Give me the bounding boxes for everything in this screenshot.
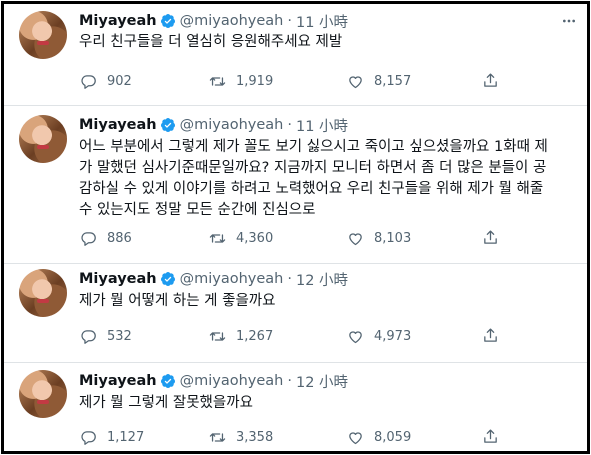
retweet-count: 1,267 [236, 328, 274, 344]
handle[interactable]: @miyaohyeah [180, 13, 284, 29]
share-icon[interactable] [482, 72, 499, 89]
verified-badge-icon [160, 272, 175, 286]
timestamp[interactable]: 12 小時 [296, 371, 348, 392]
tweet-3[interactable]: Miyayeah @miyaohyeah · 12 小時 제가 뭘 어떻게 하는… [4, 264, 587, 364]
like-icon [349, 232, 362, 245]
like-count: 8,157 [374, 73, 412, 89]
retweet-button[interactable]: 4,360 [209, 227, 273, 249]
like-icon [349, 431, 362, 444]
tweet-1[interactable]: Miyayeah @miyaohyeah · 11 小時 우리 친구들을 더 열… [4, 4, 587, 109]
retweet-button[interactable]: 1,919 [209, 70, 273, 92]
share-icon[interactable] [482, 327, 499, 344]
retweet-count: 3,358 [236, 429, 274, 445]
like-button[interactable]: 8,157 [347, 70, 411, 92]
retweet-button[interactable]: 3,358 [209, 426, 273, 448]
avatar[interactable] [19, 115, 67, 163]
tweet-4[interactable]: Miyayeah @miyaohyeah · 12 小時 제가 뭘 그렇게 잘못… [4, 363, 587, 451]
more-options-icon[interactable] [560, 13, 578, 29]
separator-dot: · [287, 13, 292, 29]
display-name[interactable]: Miyayeah [79, 373, 157, 389]
verified-badge-icon [160, 374, 175, 388]
tweet-text: 제가 뭘 그렇게 잘못했을까요 [79, 395, 253, 411]
timestamp[interactable]: 11 小時 [296, 115, 348, 136]
handle[interactable]: @miyaohyeah [180, 117, 284, 133]
reply-icon [81, 430, 96, 445]
display-name[interactable]: Miyayeah [79, 13, 157, 29]
like-count: 8,059 [374, 429, 412, 445]
reply-count: 886 [107, 230, 132, 246]
tweet-text: 어느 부분에서 그렇게 제가 꼴도 보기 싫으시고 죽이고 싶으셨을까요 1화때… [79, 139, 548, 218]
display-name[interactable]: Miyayeah [79, 271, 157, 287]
reply-button[interactable]: 1,127 [80, 426, 144, 448]
like-button[interactable]: 8,103 [347, 227, 411, 249]
retweet-icon [209, 76, 226, 86]
timestamp[interactable]: 11 小時 [296, 11, 348, 32]
tweet-header: Miyayeah @miyaohyeah · 12 小時 [79, 371, 348, 391]
tweet-text: 제가 뭘 어떻게 하는 게 좋을까요 [79, 293, 276, 309]
separator-dot: · [287, 373, 292, 389]
tweet-actions: 902 1,919 8,157 [4, 70, 587, 92]
display-name[interactable]: Miyayeah [79, 117, 157, 133]
tweet-actions: 1,127 3,358 8,059 [4, 426, 587, 448]
tweet-header: Miyayeah @miyaohyeah · 11 小時 [79, 11, 348, 31]
verified-badge-icon [160, 118, 175, 132]
timestamp[interactable]: 12 小時 [296, 269, 348, 290]
like-icon [349, 75, 362, 88]
tweet-actions: 886 4,360 8,103 [4, 227, 587, 249]
reply-button[interactable]: 886 [80, 227, 132, 249]
reply-count: 902 [107, 73, 132, 89]
tweet-text: 우리 친구들을 더 열심히 응원해주세요 제발 [79, 34, 343, 50]
reply-count: 532 [107, 328, 132, 344]
retweet-icon [209, 233, 226, 243]
timeline-frame: Miyayeah @miyaohyeah · 11 小時 우리 친구들을 더 열… [1, 1, 590, 454]
share-icon[interactable] [482, 428, 499, 445]
verified-badge-icon [160, 14, 175, 28]
reply-count: 1,127 [107, 429, 145, 445]
reply-button[interactable]: 532 [80, 325, 132, 347]
separator-dot: · [287, 117, 292, 133]
avatar[interactable] [19, 370, 67, 418]
reply-icon [81, 74, 96, 89]
like-count: 8,103 [374, 230, 412, 246]
like-icon [349, 330, 362, 343]
like-button[interactable]: 8,059 [347, 426, 411, 448]
retweet-count: 4,360 [236, 230, 274, 246]
retweet-icon [209, 331, 226, 341]
avatar[interactable] [19, 269, 67, 317]
like-count: 4,973 [374, 328, 412, 344]
handle[interactable]: @miyaohyeah [180, 373, 284, 389]
reply-icon [81, 231, 96, 246]
retweet-button[interactable]: 1,267 [209, 325, 273, 347]
tweet-header: Miyayeah @miyaohyeah · 12 小時 [79, 269, 348, 289]
retweet-icon [209, 432, 226, 442]
share-icon[interactable] [482, 229, 499, 246]
tweet-2[interactable]: Miyayeah @miyaohyeah · 11 小時 어느 부분에서 그렇게… [4, 106, 587, 263]
reply-icon [81, 329, 96, 344]
separator-dot: · [287, 271, 292, 287]
handle[interactable]: @miyaohyeah [180, 271, 284, 287]
retweet-count: 1,919 [236, 73, 274, 89]
like-button[interactable]: 4,973 [347, 325, 411, 347]
tweet-header: Miyayeah @miyaohyeah · 11 小時 [79, 115, 348, 135]
avatar[interactable] [19, 11, 67, 59]
reply-button[interactable]: 902 [80, 70, 132, 92]
tweet-actions: 532 1,267 4,973 [4, 325, 587, 347]
